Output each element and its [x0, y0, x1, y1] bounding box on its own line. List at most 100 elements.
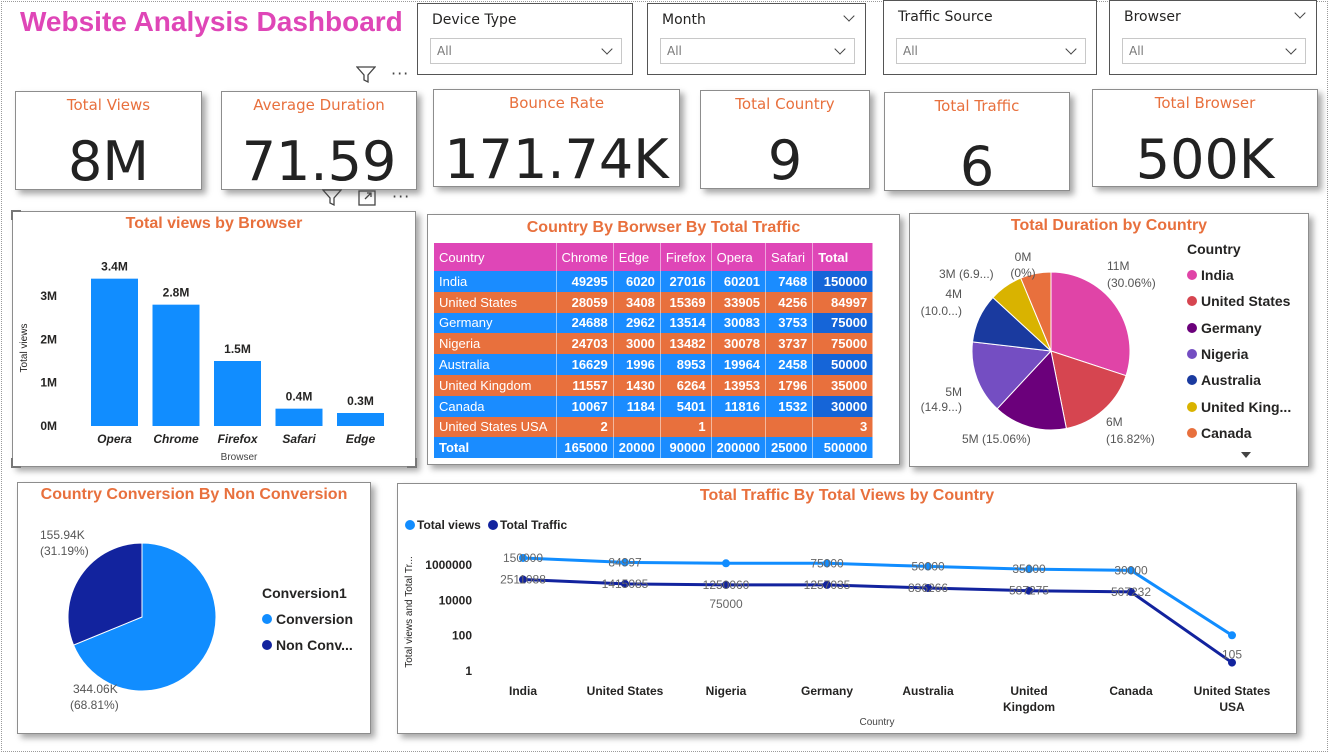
slicer-traffic-source[interactable]: Traffic Source All	[883, 0, 1097, 75]
column-header[interactable]: Total	[812, 243, 874, 271]
legend-label: Nigeria	[1201, 346, 1249, 363]
legend-scroll-down-icon[interactable]	[1241, 452, 1251, 458]
column-header[interactable]: Country	[434, 243, 557, 271]
x-tick-label: United States	[1194, 684, 1271, 698]
slicer-dropdown[interactable]: All	[660, 38, 855, 64]
resize-handle[interactable]	[11, 210, 21, 220]
table-cell: Canada	[434, 395, 557, 417]
data-label: 150000	[503, 551, 543, 565]
legend-marker	[1187, 322, 1197, 333]
column-header[interactable]: Firefox	[660, 243, 712, 271]
slicer-browser[interactable]: Browser All	[1109, 0, 1317, 75]
table-cell: 30000	[812, 395, 874, 417]
kpi-value: 171.74K	[444, 128, 669, 191]
slicer-dropdown[interactable]: All	[1122, 38, 1306, 64]
table-cell: 3	[812, 416, 874, 438]
table-cell: 2458	[765, 354, 814, 375]
data-label: 105	[1222, 648, 1242, 662]
kpi-value: 9	[767, 129, 803, 192]
legend-item[interactable]: Conversion	[262, 606, 353, 632]
data-label: 1415085	[602, 577, 649, 591]
traffic-views-line-chart[interactable]: Total Traffic By Total Views by Country …	[397, 483, 1297, 734]
resize-handle[interactable]	[11, 458, 21, 468]
x-tick-label: United States	[587, 684, 664, 698]
country-browser-table[interactable]: Country By Borwser By Total Traffic Coun…	[427, 214, 900, 465]
data-label: 30000	[1114, 563, 1148, 577]
data-label: (14.9...)	[921, 400, 962, 414]
column-header[interactable]: Opera	[711, 243, 767, 271]
table-cell: 1184	[613, 395, 661, 417]
legend-item[interactable]: Australia	[1187, 367, 1291, 393]
legend-item[interactable]: Canada	[1187, 420, 1291, 446]
legend-label: Non Conv...	[276, 637, 353, 654]
chevron-down-icon	[1065, 43, 1077, 55]
slicer-label: Device Type	[432, 12, 517, 28]
conversion-chart[interactable]: Country Conversion By Non Conversion 155…	[17, 482, 371, 734]
table-cell: 13953	[711, 374, 767, 396]
x-tick-label: Edge	[346, 432, 376, 446]
legend-marker	[1187, 375, 1197, 386]
data-label: (31.19%)	[40, 544, 89, 558]
table-total-cell: Total	[434, 437, 557, 459]
table-total-cell: 500000	[812, 437, 874, 459]
duration-by-country-chart[interactable]: Total Duration by Country 11M (30.06%) 6M(…	[909, 213, 1309, 467]
data-label: (16.82%)	[1106, 432, 1155, 446]
browser-views-chart[interactable]: Total views by Browser 0M 1M 2M 3M Total vie…	[11, 210, 417, 468]
slicer-dropdown[interactable]: All	[430, 38, 622, 64]
slicer-dropdown[interactable]: All	[896, 38, 1086, 64]
data-label: 587275	[1009, 584, 1049, 598]
table-cell: 13482	[660, 333, 712, 355]
column-header[interactable]: Safari	[765, 243, 814, 271]
kpi-label: Total Browser	[1154, 94, 1256, 112]
legend-label: Canada	[1201, 424, 1252, 441]
kpi-total-traffic: Total Traffic 6	[884, 92, 1070, 198]
x-tick-label: USA	[1219, 700, 1245, 714]
chevron-down-icon[interactable]	[843, 10, 855, 22]
slicer-device-type[interactable]: Device Type All	[417, 3, 633, 75]
table-cell: 5401	[660, 395, 712, 417]
data-point	[722, 559, 730, 568]
slicer-month[interactable]: Month All	[647, 3, 866, 75]
kpi-label: Bounce Rate	[508, 94, 605, 112]
table-cell: 84997	[812, 291, 874, 313]
data-label: 1.5M	[224, 342, 251, 356]
table-total-cell: 200000	[711, 437, 767, 459]
legend-marker	[262, 614, 272, 625]
column-header[interactable]: Edge	[613, 243, 661, 271]
legend-item[interactable]: India	[1187, 262, 1291, 288]
filter-icon[interactable]	[322, 189, 342, 207]
data-label: 2511088	[500, 573, 546, 587]
data-label: 507232	[1111, 585, 1151, 599]
data-label: (0%)	[1010, 266, 1035, 280]
resize-handle[interactable]	[407, 458, 417, 468]
more-options-icon[interactable]: ···	[391, 64, 409, 83]
legend-label: Conversion	[276, 611, 354, 628]
legend-label: Australia	[1201, 372, 1261, 389]
legend-item[interactable]: Germany	[1187, 315, 1291, 341]
x-tick-label: Nigeria	[706, 684, 747, 698]
table-cell	[613, 416, 661, 438]
column-header[interactable]: Chrome	[556, 243, 614, 271]
x-tick-label: United	[1010, 684, 1047, 698]
table-total-cell: 165000	[556, 437, 614, 459]
more-options-icon[interactable]: ···	[392, 187, 410, 206]
chevron-down-icon[interactable]	[1294, 7, 1306, 19]
legend-label: Total Traffic	[500, 518, 567, 532]
kpi-bounce-rate: Bounce Rate 171.74K	[433, 89, 680, 191]
chevron-down-icon	[834, 43, 846, 55]
table-cell: United Kingdom	[434, 374, 557, 396]
filter-icon[interactable]	[356, 66, 376, 84]
legend-item[interactable]: United States	[1187, 288, 1291, 314]
table-cell: 6020	[613, 271, 661, 292]
x-tick-label: Firefox	[217, 432, 258, 446]
legend-item[interactable]: Nigeria	[1187, 341, 1291, 367]
table-cell: 1532	[765, 395, 814, 417]
legend-marker	[1187, 296, 1197, 307]
kpi-total-country: Total Country 9	[700, 90, 870, 192]
legend-marker	[1187, 401, 1197, 412]
kpi-total-views: Total Views 8M	[15, 91, 202, 193]
focus-mode-icon[interactable]	[357, 189, 377, 207]
data-label: 0.3M	[347, 394, 374, 408]
legend-item[interactable]: United King...	[1187, 393, 1291, 419]
legend-item[interactable]: Non Conv...	[262, 632, 353, 658]
